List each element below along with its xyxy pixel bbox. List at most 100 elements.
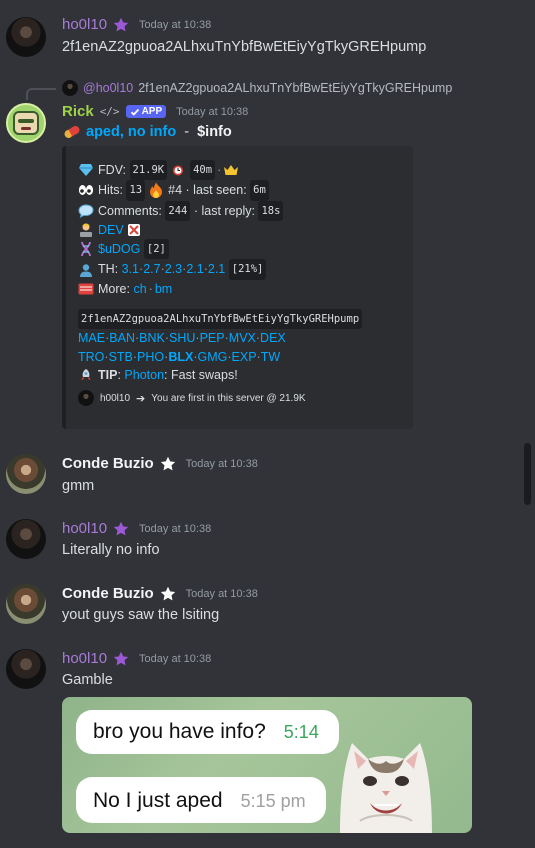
link-blx[interactable]: BLX xyxy=(168,348,193,366)
username[interactable]: ho0l10 xyxy=(62,520,107,537)
udog-link[interactable]: $uDOG xyxy=(98,240,140,258)
comments-label: Comments: xyxy=(98,203,162,218)
token-info-embed: FDV: 21.9K 40m · Hits: 13 #4 · last seen… xyxy=(62,146,413,429)
title-link[interactable]: aped, no info xyxy=(86,124,176,140)
link-exp[interactable]: EXP xyxy=(232,348,257,366)
more-label: More: xyxy=(98,281,130,296)
hits-value: 13 xyxy=(126,180,146,201)
username[interactable]: Rick xyxy=(62,103,94,120)
hits-label: Hits: xyxy=(98,183,123,198)
star-badge-icon xyxy=(113,651,129,665)
tip-label: TIP xyxy=(98,367,118,382)
reply-reference[interactable]: @ho0l10 2f1enAZ2gpuoa2ALhxuTnYbfBwEtEiyY… xyxy=(62,80,452,96)
username[interactable]: ho0l10 xyxy=(62,16,107,33)
age-value: 40m xyxy=(190,160,216,181)
reply-connector xyxy=(26,88,56,100)
developer-icon xyxy=(78,222,94,238)
fdv-row: FDV: 21.9K 40m · xyxy=(78,160,401,181)
th-total: [21%] xyxy=(228,259,267,280)
timestamp: Today at 10:38 xyxy=(176,105,249,118)
th-value[interactable]: 2.1 xyxy=(186,260,203,278)
message-conde-1: Conde Buzio Today at 10:38 gmm xyxy=(0,453,520,503)
link-ban[interactable]: BAN xyxy=(109,329,135,347)
footer-user: h00l10 xyxy=(100,392,131,404)
star-badge-icon xyxy=(160,586,175,600)
th-value[interactable]: 2.3 xyxy=(165,260,182,278)
link-tro[interactable]: TRO xyxy=(78,348,104,366)
avatar xyxy=(78,390,94,407)
avatar[interactable] xyxy=(6,649,46,689)
scrollbar-track[interactable] xyxy=(523,0,531,848)
link-shu[interactable]: SHU xyxy=(169,329,195,347)
bubble-2-text: No I just aped xyxy=(93,789,223,812)
link-pep[interactable]: PEP xyxy=(200,329,225,347)
dev-link[interactable]: DEV xyxy=(98,221,124,239)
links-row-1: MAE · BAN · BNK · SHU · PEP · MVX · DEX xyxy=(78,329,401,347)
message-text: 2f1enAZ2gpuoa2ALhxuTnYbfBwEtEiyYgTkyGREH… xyxy=(62,39,427,55)
more-link-ch[interactable]: ch xyxy=(133,280,146,298)
avatar[interactable] xyxy=(6,103,46,143)
last-seen-label: · last seen: xyxy=(185,183,247,198)
star-badge-icon xyxy=(113,17,129,31)
link-mvx[interactable]: MVX xyxy=(229,329,256,347)
no-entry-icon xyxy=(126,222,142,238)
scrollbar-thumb[interactable] xyxy=(524,443,531,505)
pill-icon xyxy=(64,126,80,138)
last-reply-value: 18s xyxy=(258,200,284,221)
contract-row: 2f1enAZ2gpuoa2ALhxuTnYbfBwEtEiyYgTkyGREH… xyxy=(78,309,401,330)
link-stb[interactable]: STB xyxy=(109,348,133,366)
bot-title: aped, no info - $info xyxy=(62,124,232,140)
title-sep: - xyxy=(180,124,194,140)
developer-tag-icon: </> xyxy=(99,105,120,118)
reply-mention[interactable]: @ho0l10 xyxy=(83,81,133,95)
th-value[interactable]: 2.1 xyxy=(208,260,225,278)
contract-address[interactable]: 2f1enAZ2gpuoa2ALhxuTnYbfBwEtEiyYgTkyGREH… xyxy=(78,309,363,330)
tip-text: : Fast swaps! xyxy=(164,367,238,382)
link-gmg[interactable]: GMG xyxy=(197,348,227,366)
eyes-icon xyxy=(78,182,94,198)
udog-row: $uDOG [2] xyxy=(78,239,401,260)
comments-row: Comments: 244 · last reply: 18s xyxy=(78,200,401,221)
links-row-2: TRO · STB · PHO · BLX · GMG · EXP · TW xyxy=(78,348,401,366)
hits-row: Hits: 13 #4 · last seen: 6m xyxy=(78,180,401,201)
link-mae[interactable]: MAE xyxy=(78,329,105,347)
timestamp: Today at 10:38 xyxy=(185,457,258,470)
app-badge-label: APP xyxy=(141,106,163,117)
username[interactable]: Conde Buzio xyxy=(62,455,154,472)
speech-bubble-icon xyxy=(78,203,94,219)
chat-bubble-1: bro you have info? 5:14 xyxy=(76,710,339,754)
link-bnk[interactable]: BNK xyxy=(139,329,165,347)
link-tw[interactable]: TW xyxy=(261,348,280,366)
tip-link[interactable]: Photon xyxy=(124,366,164,384)
meme-image-attachment[interactable]: bro you have info? 5:14 No I just aped 5:1… xyxy=(62,697,472,833)
link-pho[interactable]: PHO xyxy=(137,348,164,366)
star-badge-icon xyxy=(160,456,175,470)
star-badge-icon xyxy=(113,521,129,535)
message-text: gmm xyxy=(62,478,95,494)
dev-row: DEV xyxy=(78,221,401,239)
bubble-1-text: bro you have info? xyxy=(93,720,266,743)
last-reply-label: · last reply: xyxy=(193,203,255,218)
arrow-icon: ➔ xyxy=(136,392,146,405)
avatar[interactable] xyxy=(6,584,46,624)
username[interactable]: ho0l10 xyxy=(62,650,107,667)
avatar[interactable] xyxy=(6,17,46,57)
message-text: Gamble xyxy=(62,672,113,688)
timestamp: Today at 10:38 xyxy=(139,522,212,535)
username[interactable]: Conde Buzio xyxy=(62,585,154,602)
timestamp: Today at 10:38 xyxy=(139,18,212,31)
comments-value: 244 xyxy=(165,200,191,221)
th-value[interactable]: 2.7 xyxy=(143,260,160,278)
avatar[interactable] xyxy=(6,454,46,494)
holder-icon xyxy=(78,262,94,278)
more-link-bm[interactable]: bm xyxy=(155,280,172,298)
fdv-value: 21.9K xyxy=(129,160,168,181)
fire-icon xyxy=(148,182,164,199)
link-dex[interactable]: DEX xyxy=(260,329,286,347)
crown-icon xyxy=(223,162,239,178)
fdv-label: FDV: xyxy=(98,163,127,177)
th-value[interactable]: 3.1 xyxy=(122,260,139,278)
th-label: TH: xyxy=(98,262,119,277)
avatar[interactable] xyxy=(6,519,46,559)
app-badge: APP xyxy=(125,105,167,118)
